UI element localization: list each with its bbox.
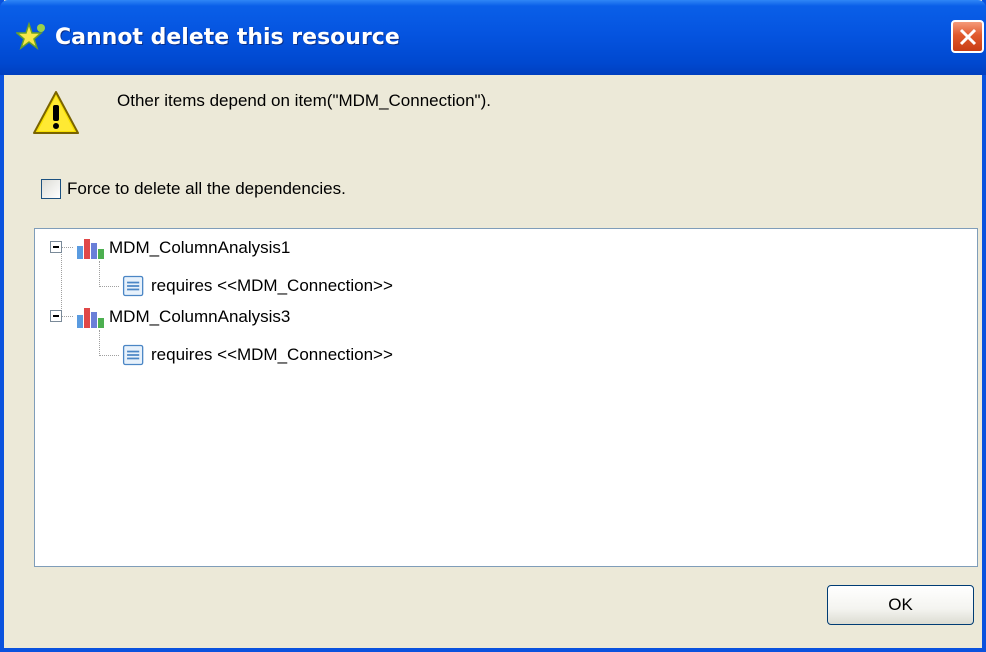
analysis-chart-icon (77, 308, 104, 328)
analysis-chart-icon (77, 239, 104, 259)
force-delete-checkbox-row[interactable]: Force to delete all the dependencies. (41, 177, 346, 201)
tree-item-label: MDM_ColumnAnalysis1 (109, 238, 291, 257)
tree-item-label: requires <<MDM_Connection>> (151, 345, 393, 364)
document-icon (122, 344, 144, 366)
collapse-toggle-icon[interactable] (50, 310, 62, 322)
ok-button[interactable]: OK (827, 585, 974, 625)
dialog-body: Other items depend on item("MDM_Connecti… (4, 75, 982, 648)
dialog-title: Cannot delete this resource (55, 25, 400, 50)
dependency-tree[interactable]: MDM_ColumnAnalysis1 requires <<MDM_Conne… (34, 228, 978, 567)
title-bar[interactable]: Cannot delete this resource (0, 0, 986, 75)
tree-item[interactable]: MDM_ColumnAnalysis3 (75, 302, 290, 332)
force-delete-checkbox[interactable] (41, 179, 61, 199)
force-delete-label[interactable]: Force to delete all the dependencies. (67, 179, 346, 199)
warning-icon (33, 91, 79, 134)
tree-item-label: MDM_ColumnAnalysis3 (109, 307, 291, 326)
tree-item[interactable]: MDM_ColumnAnalysis1 (75, 233, 290, 263)
dialog-message: Other items depend on item("MDM_Connecti… (117, 91, 491, 110)
dialog-window: Cannot delete this resource Other items … (0, 0, 986, 652)
app-star-icon (16, 22, 45, 51)
close-icon (959, 28, 977, 46)
tree-child-item[interactable]: requires <<MDM_Connection>> (121, 340, 393, 370)
collapse-toggle-icon[interactable] (50, 241, 62, 253)
tree-child-item[interactable]: requires <<MDM_Connection>> (121, 271, 393, 301)
tree-item-label: requires <<MDM_Connection>> (151, 276, 393, 295)
close-button[interactable] (951, 20, 984, 53)
document-icon (122, 275, 144, 297)
